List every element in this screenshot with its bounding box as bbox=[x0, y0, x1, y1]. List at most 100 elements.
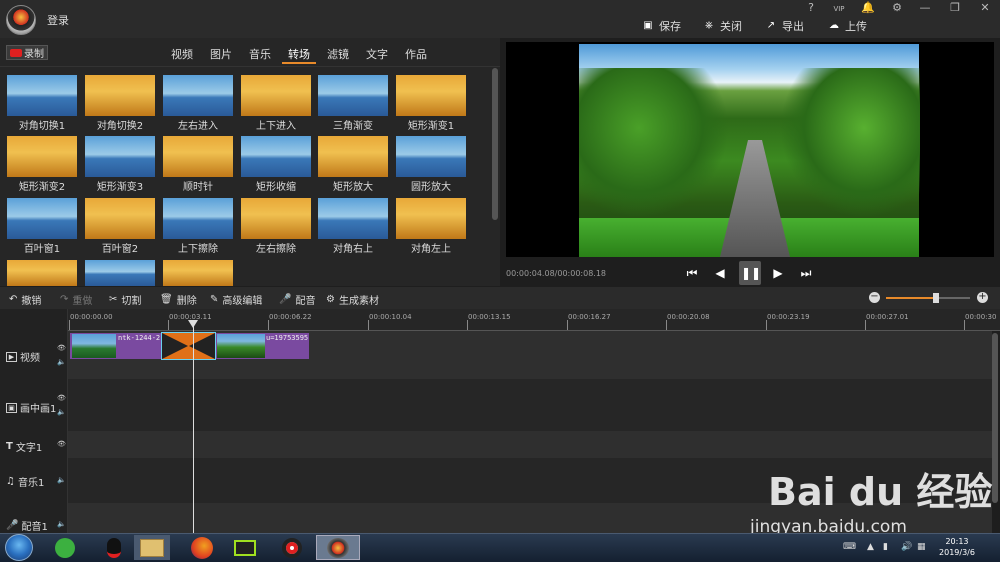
tab-text[interactable]: 文字 bbox=[366, 46, 388, 62]
taskbar-app-explorer-icon[interactable] bbox=[134, 535, 170, 560]
music-volume-icon[interactable]: 🔈 bbox=[57, 476, 66, 484]
transition-thumbnail[interactable] bbox=[7, 260, 77, 286]
text-visibility-eye-icon[interactable]: 👁 bbox=[57, 440, 66, 448]
skip-to-start-icon[interactable]: ⏮ bbox=[683, 264, 701, 282]
previous-frame-icon[interactable]: ◀ bbox=[711, 264, 729, 282]
tray-volume-icon[interactable]: 🔊 bbox=[901, 542, 912, 552]
transition-thumbnail[interactable] bbox=[318, 136, 388, 177]
delete-button[interactable]: 🗑 删除 bbox=[160, 292, 197, 307]
undo-icon: ↶ bbox=[9, 294, 18, 305]
transition-thumbnail[interactable] bbox=[396, 136, 466, 177]
transition-thumbnail[interactable] bbox=[85, 75, 155, 116]
transition-thumbnail[interactable] bbox=[163, 198, 233, 239]
tab-works[interactable]: 作品 bbox=[405, 46, 427, 62]
trash-icon: 🗑 bbox=[160, 294, 173, 305]
transition-label: 圆形放大 bbox=[411, 182, 451, 193]
zoom-out-icon[interactable]: − bbox=[869, 292, 880, 303]
taskbar-app-360-icon[interactable] bbox=[47, 535, 83, 560]
transition-thumbnail[interactable] bbox=[241, 136, 311, 177]
tab-filter[interactable]: 滤镜 bbox=[327, 46, 349, 62]
transition-thumbnail[interactable] bbox=[396, 75, 466, 116]
dubbing-button[interactable]: 🎤 配音 bbox=[279, 292, 315, 307]
cut-button[interactable]: ✂ 切割 bbox=[109, 292, 141, 307]
export-button[interactable]: ↗ 导出 bbox=[765, 18, 804, 34]
transition-thumbnail[interactable] bbox=[7, 75, 77, 116]
help-icon[interactable]: ? bbox=[802, 1, 820, 17]
dubbing-label: 配音 bbox=[295, 296, 316, 307]
skip-to-end-icon[interactable]: ⏭ bbox=[797, 264, 815, 282]
taskbar-app-recorder-icon[interactable] bbox=[274, 535, 310, 560]
playhead-handle[interactable] bbox=[188, 320, 198, 328]
upload-button[interactable]: ☁ 上传 bbox=[828, 18, 867, 34]
taskbar-app-firefox-icon[interactable] bbox=[184, 535, 220, 560]
transition-label: 上下进入 bbox=[256, 121, 296, 132]
notification-bell-icon[interactable]: 🔔 bbox=[859, 1, 877, 17]
record-button[interactable]: 录制 bbox=[6, 45, 48, 60]
transition-thumbnail[interactable] bbox=[163, 75, 233, 116]
transition-thumbnail[interactable] bbox=[318, 198, 388, 239]
video-visibility-eye-icon[interactable]: 👁 bbox=[57, 344, 66, 352]
transition-thumbnail[interactable] bbox=[163, 136, 233, 177]
voice-volume-icon[interactable]: 🔈 bbox=[57, 520, 66, 528]
transition-thumbnail[interactable] bbox=[163, 260, 233, 286]
transition-thumbnail[interactable] bbox=[241, 75, 311, 116]
video-clip-2-thumbnail bbox=[217, 334, 265, 358]
tray-time: 20:13 bbox=[945, 537, 969, 546]
track-label-video-text: 视频 bbox=[20, 353, 40, 364]
zoom-in-icon[interactable]: + bbox=[977, 292, 988, 303]
playhead-line[interactable] bbox=[193, 320, 194, 534]
pip-visibility-eye-icon[interactable]: 👁 bbox=[57, 394, 66, 402]
taskbar-app-video-editor-icon[interactable] bbox=[316, 535, 360, 560]
transition-thumbnail[interactable] bbox=[396, 198, 466, 239]
pip-track-row[interactable] bbox=[68, 379, 992, 431]
transition-thumbnail[interactable] bbox=[85, 198, 155, 239]
transition-thumbnail[interactable] bbox=[7, 198, 77, 239]
close-button[interactable]: ⎈ 关闭 bbox=[703, 18, 742, 34]
tab-transition[interactable]: 转场 bbox=[288, 46, 310, 62]
pip-volume-icon[interactable]: 🔈 bbox=[57, 408, 66, 416]
login-link[interactable]: 登录 bbox=[47, 12, 69, 28]
track-label-text-text: 文字1 bbox=[15, 443, 43, 454]
tray-clock[interactable]: 20:13 2019/3/6 bbox=[935, 536, 979, 558]
tray-network-icon[interactable]: ▦ bbox=[917, 542, 926, 552]
text-track-icon: T bbox=[6, 441, 13, 452]
transition-thumbnail[interactable] bbox=[318, 75, 388, 116]
library-scrollbar[interactable] bbox=[492, 68, 498, 220]
transition-label: 百叶窗1 bbox=[23, 244, 61, 255]
save-button[interactable]: ▣ 保存 bbox=[642, 18, 681, 34]
user-avatar[interactable] bbox=[6, 5, 36, 35]
ruler-time-label: 00:00:23.19 bbox=[767, 313, 810, 321]
video-clip-1-thumbnail bbox=[72, 334, 116, 358]
window-close-icon[interactable]: ✕ bbox=[976, 1, 994, 17]
settings-gear-icon[interactable]: ⚙ bbox=[888, 1, 906, 17]
windows-start-button[interactable] bbox=[5, 534, 33, 561]
redo-button[interactable]: ↷ 重做 bbox=[60, 292, 92, 307]
undo-button[interactable]: ↶ 撤销 bbox=[9, 292, 41, 307]
transition-thumbnail[interactable] bbox=[85, 260, 155, 286]
tab-image[interactable]: 图片 bbox=[210, 46, 232, 62]
undo-label: 撤销 bbox=[21, 296, 42, 307]
tray-usb-icon[interactable]: ▮ bbox=[883, 542, 888, 552]
transition-thumbnail[interactable] bbox=[7, 136, 77, 177]
vip-icon[interactable]: VIP bbox=[830, 1, 848, 17]
video-volume-icon[interactable]: 🔈 bbox=[57, 358, 66, 366]
tray-expand-icon[interactable]: ▲ bbox=[867, 542, 874, 552]
tab-video[interactable]: 视频 bbox=[171, 46, 193, 62]
tab-music[interactable]: 音乐 bbox=[249, 46, 271, 62]
transition-label: 矩形渐变3 bbox=[96, 182, 144, 193]
pip-track-icon: ▣ bbox=[6, 402, 17, 413]
transition-thumbnail[interactable] bbox=[241, 198, 311, 239]
pencil-icon: ✎ bbox=[210, 294, 219, 305]
tray-keyboard-icon[interactable]: ⌨ bbox=[843, 542, 856, 552]
next-frame-icon[interactable]: ▶ bbox=[769, 264, 787, 282]
taskbar-app-qq-icon[interactable] bbox=[96, 535, 132, 560]
transition-clip[interactable] bbox=[161, 332, 216, 360]
generate-material-button[interactable]: ⚙ 生成素材 bbox=[326, 292, 379, 307]
ruler-time-label: 00:00:27.01 bbox=[866, 313, 909, 321]
transition-thumbnail[interactable] bbox=[85, 136, 155, 177]
zoom-slider-handle[interactable] bbox=[933, 293, 939, 303]
maximize-icon[interactable]: ❐ bbox=[946, 1, 964, 17]
taskbar-app-media-icon[interactable] bbox=[227, 535, 263, 560]
minimize-icon[interactable]: — bbox=[916, 1, 934, 17]
advanced-edit-button[interactable]: ✎ 高级编辑 bbox=[210, 292, 262, 307]
